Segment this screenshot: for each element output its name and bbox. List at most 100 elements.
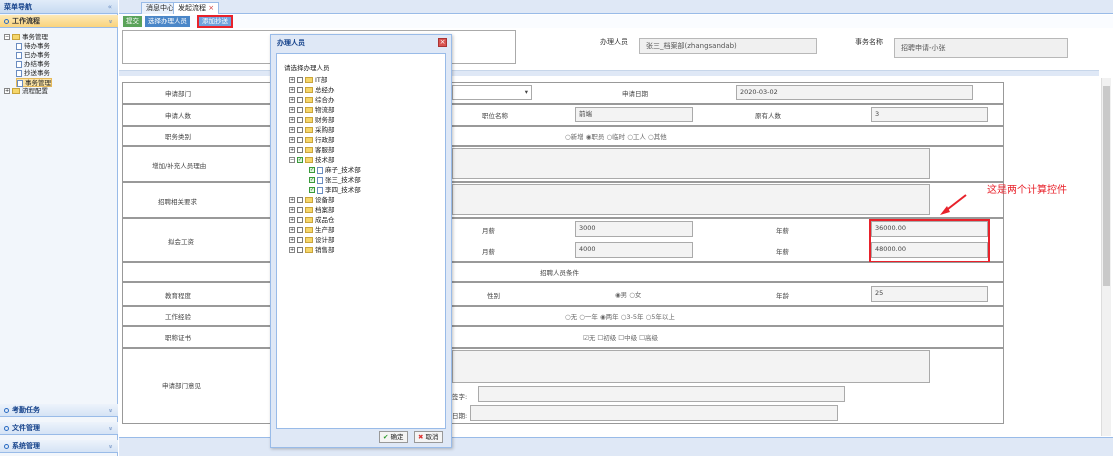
dept-node[interactable]: + IT部 bbox=[289, 76, 327, 85]
node-label: 客服部 bbox=[315, 146, 335, 154]
tree-node-flow-config[interactable]: + 流程配置 bbox=[4, 87, 48, 96]
dept-node[interactable]: + 设备部 bbox=[289, 196, 335, 205]
chevron-up-icon[interactable]: » bbox=[103, 19, 116, 23]
expand-icon[interactable]: + bbox=[289, 97, 295, 103]
handler-field[interactable]: 张三_档案部(zhangsandab) bbox=[639, 38, 817, 54]
dept-node[interactable]: + 财务部 bbox=[289, 116, 335, 125]
tree-item-todo[interactable]: 待办事务 bbox=[16, 42, 50, 51]
collapse-icon[interactable]: − bbox=[4, 34, 10, 40]
choose-handler-button[interactable]: 选择办理人员 bbox=[145, 16, 190, 27]
dept-node-tech[interactable]: − ✓ 技术部 bbox=[289, 156, 335, 165]
checkbox-checked[interactable]: ✓ bbox=[297, 157, 303, 163]
document-icon bbox=[16, 42, 22, 50]
expand-icon[interactable]: + bbox=[4, 88, 10, 94]
opinion-textarea[interactable] bbox=[452, 350, 930, 383]
expand-icon[interactable]: + bbox=[289, 237, 295, 243]
checkbox[interactable] bbox=[297, 247, 303, 253]
sidebar-section-attendance[interactable]: 考勤任务 » bbox=[0, 404, 118, 417]
dept-node[interactable]: + 采购部 bbox=[289, 126, 335, 135]
dept-node[interactable]: + 客服部 bbox=[289, 146, 335, 155]
orig-count-input[interactable]: 3 bbox=[871, 107, 988, 122]
expand-icon[interactable]: + bbox=[289, 137, 295, 143]
monthly-input-1[interactable]: 3000 bbox=[575, 221, 693, 237]
tab-start-flow[interactable]: 发起流程 × bbox=[173, 2, 220, 14]
tree-item-affairs-manage[interactable]: 事务管理 bbox=[16, 78, 52, 87]
checkbox-checked[interactable]: ✓ bbox=[309, 167, 315, 173]
scrollbar-thumb[interactable] bbox=[1103, 86, 1110, 286]
sign-date-input[interactable] bbox=[470, 405, 838, 421]
expand-icon[interactable]: + bbox=[289, 87, 295, 93]
task-name-field[interactable]: 招聘申请-小张 bbox=[894, 38, 1068, 58]
confirm-button[interactable]: ✔ 确定 bbox=[379, 431, 408, 443]
scrollbar[interactable] bbox=[1101, 78, 1111, 436]
sidebar-section-workflow[interactable]: 工作流程 » bbox=[0, 15, 118, 28]
dept-node[interactable]: + 成品仓 bbox=[289, 216, 335, 225]
checkbox[interactable] bbox=[297, 97, 303, 103]
cancel-button[interactable]: ✖ 取消 bbox=[414, 431, 443, 443]
checkbox[interactable] bbox=[297, 217, 303, 223]
expand-icon[interactable]: + bbox=[289, 207, 295, 213]
dept-node[interactable]: + 总经办 bbox=[289, 86, 335, 95]
dept-node[interactable]: + 物流部 bbox=[289, 106, 335, 115]
reason-textarea[interactable] bbox=[452, 148, 930, 179]
checkbox[interactable] bbox=[297, 127, 303, 133]
chevron-down-icon[interactable]: » bbox=[103, 408, 116, 412]
dept-node[interactable]: + 档案部 bbox=[289, 206, 335, 215]
expand-icon[interactable]: + bbox=[289, 147, 295, 153]
add-cc-button[interactable]: 添加抄送 bbox=[197, 15, 233, 28]
checkbox-checked[interactable]: ✓ bbox=[309, 177, 315, 183]
sidebar-section-system[interactable]: 系统管理 » bbox=[0, 440, 118, 453]
dept-node[interactable]: + 行政部 bbox=[289, 136, 335, 145]
collapse-sidebar-icon[interactable]: « bbox=[108, 0, 112, 14]
gender-radios[interactable]: ◉男 ○女 bbox=[615, 289, 641, 299]
checkbox[interactable] bbox=[297, 227, 303, 233]
person-node[interactable]: ✓ 麻子_技术部 bbox=[309, 166, 361, 175]
experience-radios[interactable]: ○无 ○一年 ◉两年 ○3-5年 ○5年以上 bbox=[565, 311, 675, 321]
node-label: 物流部 bbox=[315, 106, 335, 114]
job-type-radios[interactable]: ○新增 ◉职员 ○临时 ○工人 ○其他 bbox=[565, 131, 667, 141]
close-tab-icon[interactable]: × bbox=[208, 4, 214, 12]
expand-icon[interactable]: + bbox=[289, 77, 295, 83]
expand-icon[interactable]: + bbox=[289, 227, 295, 233]
checkbox[interactable] bbox=[297, 197, 303, 203]
dept-node[interactable]: + 销售部 bbox=[289, 246, 335, 255]
checkbox[interactable] bbox=[297, 237, 303, 243]
expand-icon[interactable]: + bbox=[289, 127, 295, 133]
checkbox[interactable] bbox=[297, 207, 303, 213]
expand-icon[interactable]: + bbox=[289, 197, 295, 203]
checkbox[interactable] bbox=[297, 137, 303, 143]
expand-icon[interactable]: + bbox=[289, 217, 295, 223]
tree-item-done[interactable]: 已办事务 bbox=[16, 51, 50, 60]
requirement-textarea[interactable] bbox=[452, 184, 930, 215]
age-input[interactable]: 25 bbox=[871, 286, 988, 302]
monthly-input-2[interactable]: 4000 bbox=[575, 242, 693, 258]
position-input[interactable]: 前端 bbox=[575, 107, 693, 122]
checkbox[interactable] bbox=[297, 117, 303, 123]
tree-item-finished[interactable]: 办结事务 bbox=[16, 60, 50, 69]
checkbox[interactable] bbox=[297, 87, 303, 93]
expand-icon[interactable]: + bbox=[289, 107, 295, 113]
person-node[interactable]: ✓ 张三_技术部 bbox=[309, 176, 361, 185]
sign-input[interactable] bbox=[478, 386, 845, 402]
cert-checkboxes[interactable]: ☑无 ☐初级 ☐中级 ☐高级 bbox=[583, 332, 658, 342]
expand-icon[interactable]: + bbox=[289, 117, 295, 123]
chevron-down-icon[interactable]: » bbox=[103, 426, 116, 430]
dept-node[interactable]: + 综合办 bbox=[289, 96, 335, 105]
dept-node[interactable]: + 设计部 bbox=[289, 236, 335, 245]
expand-icon[interactable]: + bbox=[289, 247, 295, 253]
tree-node-affairs[interactable]: − 事务管理 bbox=[4, 33, 48, 42]
date-input[interactable]: 2020-03-02 bbox=[736, 85, 973, 100]
dept-node[interactable]: + 生产部 bbox=[289, 226, 335, 235]
chevron-down-icon[interactable]: » bbox=[103, 444, 116, 448]
sidebar-section-files[interactable]: 文件管理 » bbox=[0, 422, 118, 435]
person-node[interactable]: ✓ 李四_技术部 bbox=[309, 186, 361, 195]
checkbox-checked[interactable]: ✓ bbox=[309, 187, 315, 193]
close-icon[interactable]: × bbox=[438, 38, 447, 47]
tree-item-cc[interactable]: 抄送事务 bbox=[16, 69, 50, 78]
checkbox[interactable] bbox=[297, 147, 303, 153]
submit-button[interactable]: 提交 bbox=[123, 16, 142, 27]
dept-select[interactable]: ▾ bbox=[452, 85, 532, 100]
collapse-icon[interactable]: − bbox=[289, 157, 295, 163]
checkbox[interactable] bbox=[297, 107, 303, 113]
checkbox[interactable] bbox=[297, 77, 303, 83]
